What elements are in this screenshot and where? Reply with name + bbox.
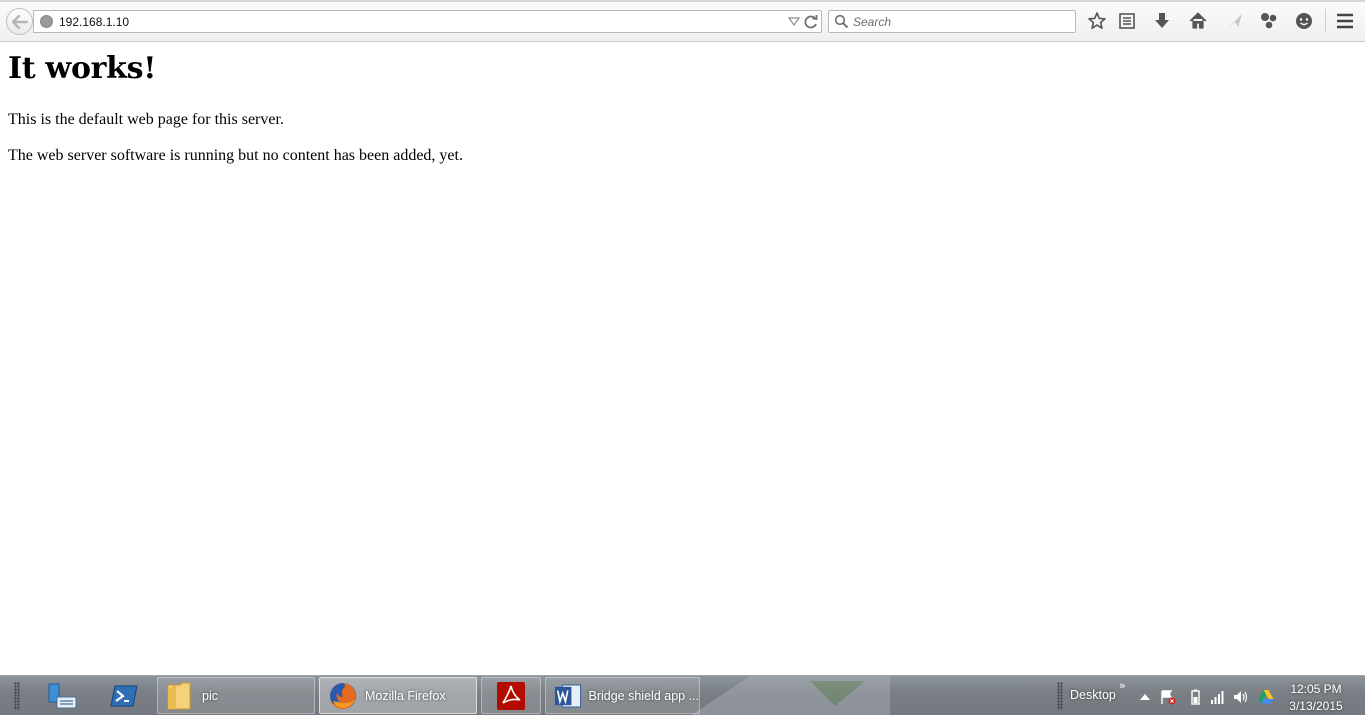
taskbar-button-firefox[interactable]: Mozilla Firefox (319, 677, 477, 714)
share-icon[interactable] (1259, 11, 1279, 31)
taskbar-button-pic[interactable]: pic (157, 677, 315, 714)
taskbar-button-acrobat[interactable] (481, 677, 541, 714)
pinned-powershell[interactable] (106, 678, 142, 714)
powershell-icon (110, 685, 138, 707)
home-icon[interactable] (1188, 11, 1208, 31)
network-computer-icon (48, 683, 77, 709)
tab-strip-edge (0, 0, 1365, 2)
send-icon[interactable] (1225, 11, 1245, 31)
google-drive-icon[interactable] (1258, 689, 1274, 705)
bookmark-star-icon[interactable] (1087, 11, 1107, 31)
wallpaper-peek (691, 676, 890, 715)
volume-icon[interactable] (1233, 689, 1249, 705)
pinned-remote-desktop[interactable] (44, 678, 80, 714)
reload-icon[interactable] (803, 14, 819, 30)
back-arrow-icon (11, 14, 28, 29)
clock-time[interactable]: 12:05 PM (1284, 682, 1348, 696)
folder-icon (167, 682, 191, 709)
show-hidden-icons-icon[interactable] (1137, 689, 1153, 705)
acrobat-icon (497, 681, 525, 710)
url-text[interactable]: 192.168.1.10 (59, 15, 129, 29)
search-input[interactable] (853, 13, 1068, 30)
taskbar: pic Mozilla Firefox Bridge shield app ..… (0, 675, 1365, 715)
page-heading: It works! (8, 51, 157, 86)
word-icon (554, 684, 582, 707)
taskbar-button-word[interactable]: Bridge shield app ... (545, 677, 700, 714)
network-signal-icon[interactable] (1209, 689, 1225, 705)
battery-icon[interactable] (1187, 689, 1203, 705)
hamburger-menu-icon[interactable] (1335, 11, 1355, 31)
clock-date[interactable]: 3/13/2015 (1284, 699, 1348, 713)
taskbar-grip[interactable] (14, 682, 20, 710)
desktop-toolbar-chevron[interactable]: » (1119, 679, 1126, 692)
paragraph-default-page: This is the default web page for this se… (8, 111, 284, 128)
firefox-icon (330, 682, 356, 709)
hello-chat-icon[interactable] (1294, 11, 1314, 31)
back-button[interactable] (6, 8, 33, 35)
toolbar-grip[interactable] (1057, 682, 1063, 710)
taskbar-button-label: pic (202, 688, 218, 703)
bookmarks-menu-icon[interactable] (1117, 11, 1137, 31)
site-identity-icon[interactable] (40, 15, 53, 28)
downloads-icon[interactable] (1152, 11, 1172, 31)
paragraph-server-status: The web server software is running but n… (8, 147, 463, 164)
desktop-toolbar[interactable]: Desktop (1070, 688, 1116, 702)
action-center-flag-icon[interactable] (1160, 689, 1176, 705)
browser-toolbar: 192.168.1.10 (0, 0, 1365, 42)
search-icon[interactable] (834, 14, 849, 29)
taskbar-button-label: Mozilla Firefox (365, 688, 446, 703)
url-bar[interactable]: 192.168.1.10 (33, 10, 822, 33)
toolbar-separator (1325, 9, 1326, 33)
page-content: It works! This is the default web page f… (0, 43, 1365, 675)
search-bar[interactable] (828, 10, 1076, 33)
taskbar-button-label: Bridge shield app ... (588, 688, 700, 703)
history-dropdown-icon[interactable] (787, 14, 801, 29)
